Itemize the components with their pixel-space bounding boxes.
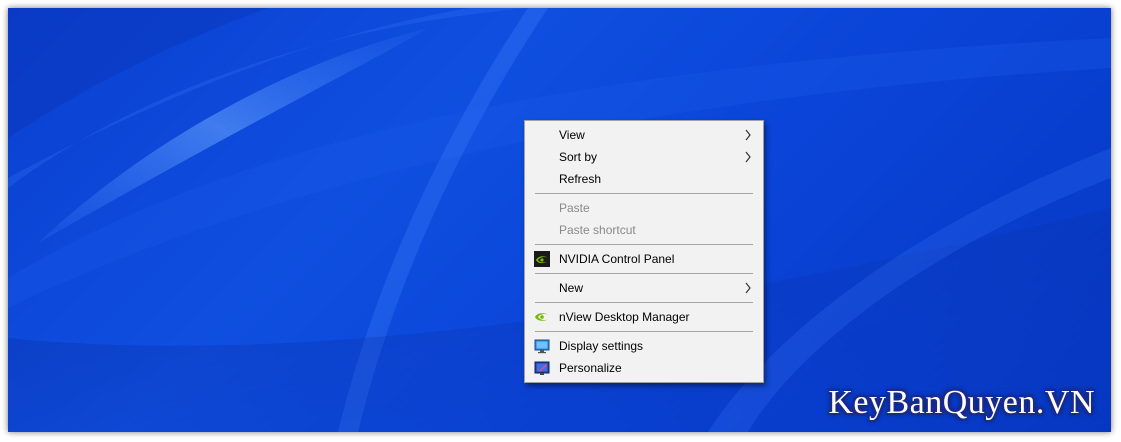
menu-item-sort-by[interactable]: Sort by xyxy=(525,146,763,168)
display-settings-icon xyxy=(534,339,550,354)
menu-item-label: Paste shortcut xyxy=(559,223,636,237)
menu-item-view[interactable]: View xyxy=(525,124,763,146)
menu-item-label: NVIDIA Control Panel xyxy=(559,252,675,266)
menu-separator xyxy=(535,193,753,194)
menu-item-label: Refresh xyxy=(559,172,602,186)
menu-item-paste-shortcut: Paste shortcut xyxy=(525,219,763,241)
watermark-text: KeyBanQuyen.VN xyxy=(828,384,1095,421)
menu-separator xyxy=(535,244,753,245)
menu-item-new[interactable]: New xyxy=(525,277,763,299)
menu-separator xyxy=(535,273,753,274)
menu-item-label: Personalize xyxy=(559,361,622,375)
menu-separator xyxy=(535,331,753,332)
menu-item-label: Display settings xyxy=(559,339,644,353)
menu-item-paste: Paste xyxy=(525,197,763,219)
chevron-right-icon xyxy=(745,129,751,141)
menu-item-display-settings[interactable]: Display settings xyxy=(525,335,763,357)
personalize-icon xyxy=(534,361,550,375)
menu-item-label: nView Desktop Manager xyxy=(559,310,690,324)
menu-item-label: New xyxy=(559,281,584,295)
nview-icon xyxy=(535,313,549,321)
menu-item-label: Sort by xyxy=(559,150,598,164)
desktop-context-menu: View Sort by Refresh Paste Paste shortcu… xyxy=(524,120,764,383)
nvidia-icon xyxy=(534,251,550,267)
chevron-right-icon xyxy=(745,151,751,163)
menu-item-label: View xyxy=(559,128,585,142)
chevron-right-icon xyxy=(745,282,751,294)
menu-item-label: Paste xyxy=(559,201,590,215)
menu-item-personalize[interactable]: Personalize xyxy=(525,357,763,379)
screenshot-frame: KeyBanQuyen.VN View Sort by Refresh Past… xyxy=(8,8,1111,432)
menu-separator xyxy=(535,302,753,303)
menu-item-refresh[interactable]: Refresh xyxy=(525,168,763,190)
menu-item-nvidia-control-panel[interactable]: NVIDIA Control Panel xyxy=(525,248,763,270)
menu-item-nview-desktop-manager[interactable]: nView Desktop Manager xyxy=(525,306,763,328)
